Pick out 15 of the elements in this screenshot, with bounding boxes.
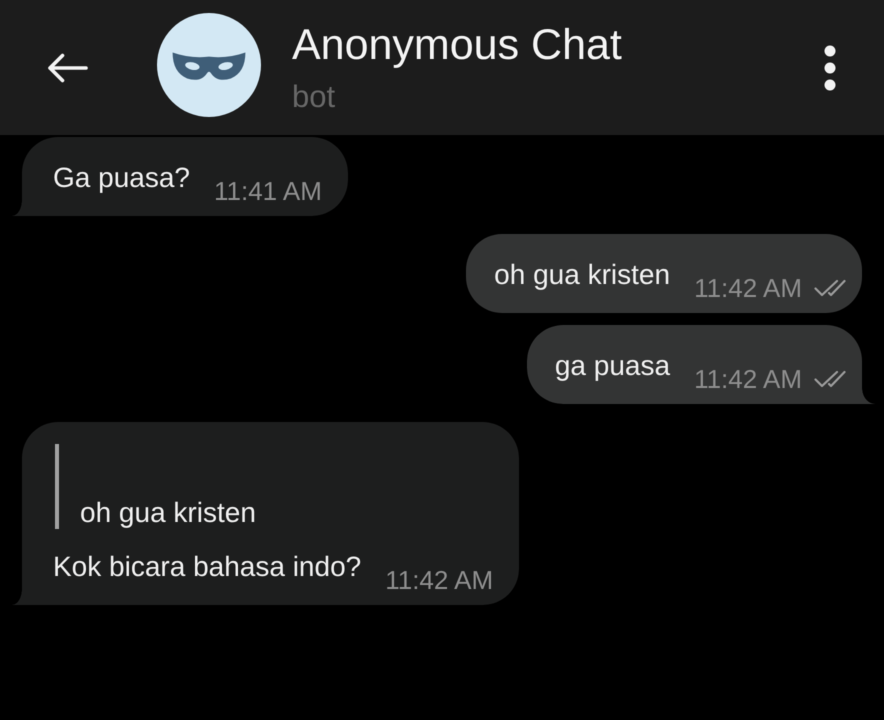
back-arrow-icon[interactable] <box>46 52 88 82</box>
message-text: ga puasa <box>554 350 670 382</box>
message-text: Kok bicara bahasa indo? <box>53 551 362 583</box>
message-time: 11:42 AM <box>385 565 494 595</box>
chat-subtitle: bot <box>292 79 336 115</box>
mask-avatar-icon <box>157 13 261 117</box>
more-menu-icon[interactable] <box>824 44 836 90</box>
message-text: Ga puasa? <box>53 162 190 194</box>
message-text: oh gua kristen <box>494 259 670 291</box>
quoted-text: oh gua kristen <box>80 497 256 529</box>
chat-title: Anonymous Chat <box>292 20 622 70</box>
message-time: 11:42 AM <box>694 273 802 303</box>
message-time: 11:42 AM <box>694 364 802 394</box>
message-time: 11:41 AM <box>214 176 322 206</box>
reply-quote[interactable]: oh gua kristen <box>55 444 494 529</box>
